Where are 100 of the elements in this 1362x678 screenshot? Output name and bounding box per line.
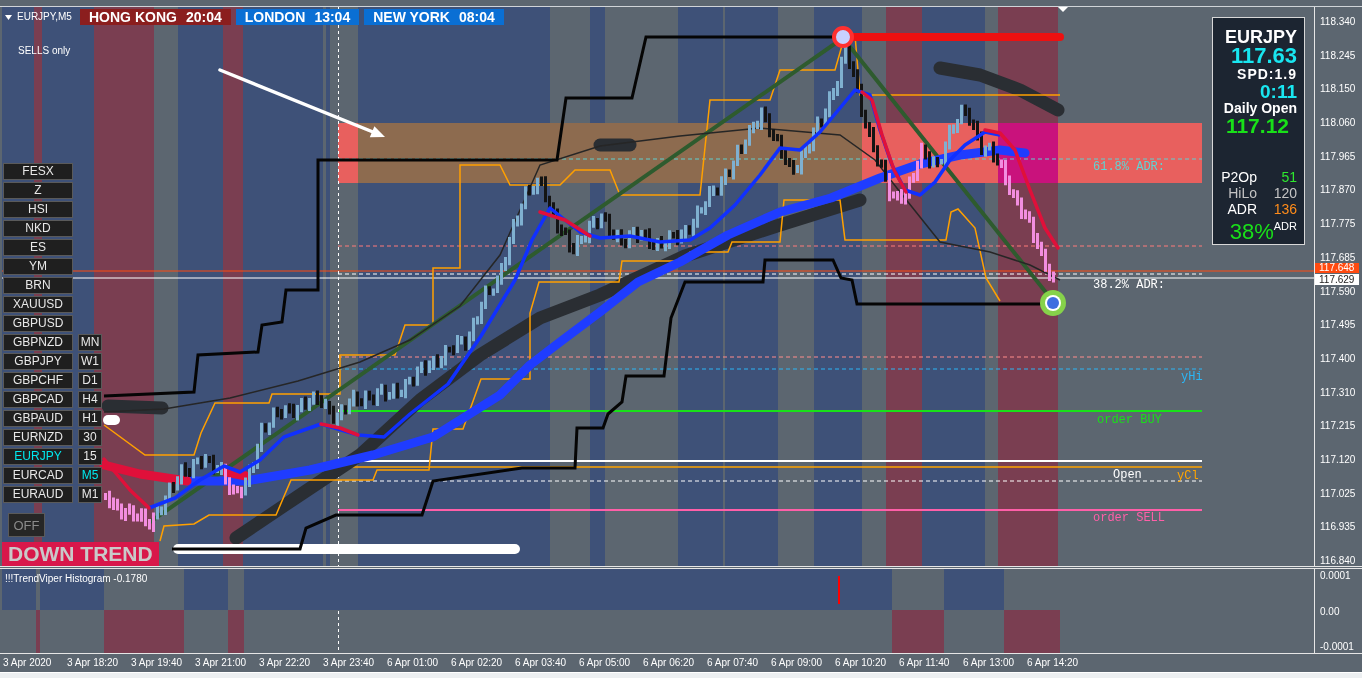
bid-price-tag: 117.629 [1315,274,1359,285]
current-price: 117.63 [1230,47,1297,65]
shift-marker-icon [1058,7,1068,12]
histogram-bar [1004,610,1060,653]
time-tick: 3 Apr 22:20 [259,657,312,669]
price-tick: 116.935 [1320,522,1357,533]
symbol-button[interactable]: HSI [3,201,73,218]
timeframe-button[interactable]: 15 [78,448,102,465]
price-tick: 118.245 [1320,50,1357,61]
price-tick: 117.310 [1320,387,1357,398]
time-tick: 6 Apr 06:20 [643,657,696,669]
time-tick: 6 Apr 02:20 [451,657,504,669]
symbol-button[interactable]: GBPNZD [3,334,73,351]
session-name: HONG KONG [89,9,177,25]
timeframe-button[interactable]: D1 [78,372,102,389]
falling-slow-segment [221,467,251,481]
timeframe-button[interactable]: M5 [78,467,102,484]
price-tick: 117.400 [1320,353,1357,364]
indicator-tick: 0.00 [1320,606,1341,617]
indicator-tick: 0.0001 [1320,571,1352,581]
symbol-button[interactable]: EURNZD [3,429,73,446]
time-tick: 6 Apr 10:20 [835,657,888,669]
trend-banner: DOWN TREND [2,542,159,566]
level-label: yCl [1177,470,1199,482]
timeframe-button[interactable]: MN [78,334,102,351]
peak-marker-icon [832,26,854,48]
symbol-button[interactable]: GBPJPY [3,353,73,370]
symbol-button[interactable]: GBPCHF [3,372,73,389]
level-label: yHi [1181,371,1203,383]
time-tick: 6 Apr 07:40 [707,657,760,669]
session-time: 08:04 [458,9,495,25]
time-tick: 3 Apr 2020 [3,657,53,669]
price-tick: 117.495 [1320,320,1357,331]
stat-value: 120 [1272,185,1297,201]
price-tick: 117.685 [1320,252,1357,263]
price-tick: 117.965 [1320,151,1357,162]
session-name: NEW YORK [373,9,450,25]
time-tick: 6 Apr 11:40 [899,657,951,669]
session-time: 20:04 [185,9,222,25]
price-tick: 118.060 [1320,118,1357,129]
falling-fast-segment [538,210,592,238]
toggle-button[interactable]: OFF [8,513,45,537]
symbol-button[interactable]: GBPCAD [3,391,73,408]
symbol-button[interactable]: BRN [3,277,73,294]
stat-label: ADR [1226,201,1257,217]
level-label: 38.2% ADR: [1093,279,1165,291]
timeframe-button[interactable]: 30 [78,429,102,446]
daily-open-price: 117.12 [1225,117,1289,135]
timeframe-button[interactable]: H4 [78,391,102,408]
price-tick: 117.215 [1320,421,1357,432]
stat-value: 136 [1272,201,1297,217]
spread-value: SPD:1.9 [1237,65,1297,83]
level-label: order SELL [1093,512,1165,524]
time-tick: 3 Apr 21:00 [195,657,248,669]
histogram-bar [944,569,1004,610]
level-label: Open [1113,469,1142,481]
indicator-tick: -0.0001 [1320,642,1355,652]
price-tick: 118.150 [1320,84,1357,95]
level-bar [103,415,120,425]
symbol-button[interactable]: EURAUD [3,486,73,503]
symbol-button[interactable]: ES [3,239,73,256]
adr-percent: 38% [1229,220,1274,244]
symbol-button[interactable]: Z [3,182,73,199]
indicator-title: !!!TrendViper Histogram -0.1780 [5,573,148,585]
chart-title: EURJPY,M5 [17,11,72,23]
caret-icon[interactable] [5,14,12,20]
symbol-button[interactable]: GBPUSD [3,315,73,332]
symbol-button[interactable]: GBPAUD [3,410,73,427]
target-marker-icon [1040,290,1066,316]
price-tick: 117.590 [1320,286,1357,297]
level-label: order BUY [1097,414,1162,426]
slow-average-band [593,138,637,152]
session-name: LONDON [244,9,306,25]
symbol-button[interactable]: FESX [3,163,73,180]
time-tick: 6 Apr 05:00 [579,657,632,669]
stat-label: P2Op [1220,169,1257,185]
time-tick: 6 Apr 13:00 [963,657,1016,669]
daily-open-label: Daily Open [1223,100,1297,117]
symbol-button[interactable]: XAUUSD [3,296,73,313]
price-tick: 117.120 [1320,454,1357,465]
price-tick: 117.870 [1320,185,1357,196]
time-tick: 3 Apr 23:40 [323,657,376,669]
price-tick: 116.840 [1320,556,1357,566]
symbol-button[interactable]: EURCAD [3,467,73,484]
slow-average-band [101,399,169,415]
symbol-button[interactable]: NKD [3,220,73,237]
timeframe-button[interactable]: H1 [78,410,102,427]
price-tick: 118.340 [1320,17,1357,27]
price-tick: 117.775 [1320,219,1357,230]
symbol-button[interactable]: EURJPY [3,448,73,465]
adr-label: ADR [1273,220,1297,232]
session-time: 13:04 [314,9,351,25]
stat-label: HiLo [1227,185,1257,201]
timeframe-button[interactable]: M1 [78,486,102,503]
symbol-button[interactable]: YM [3,258,73,275]
time-tick: 6 Apr 09:00 [771,657,824,669]
level-label: 61.8% ADR: [1093,161,1165,173]
timeframe-button[interactable]: W1 [78,353,102,370]
time-tick: 3 Apr 19:40 [131,657,184,669]
time-tick: 6 Apr 14:20 [1027,657,1080,669]
